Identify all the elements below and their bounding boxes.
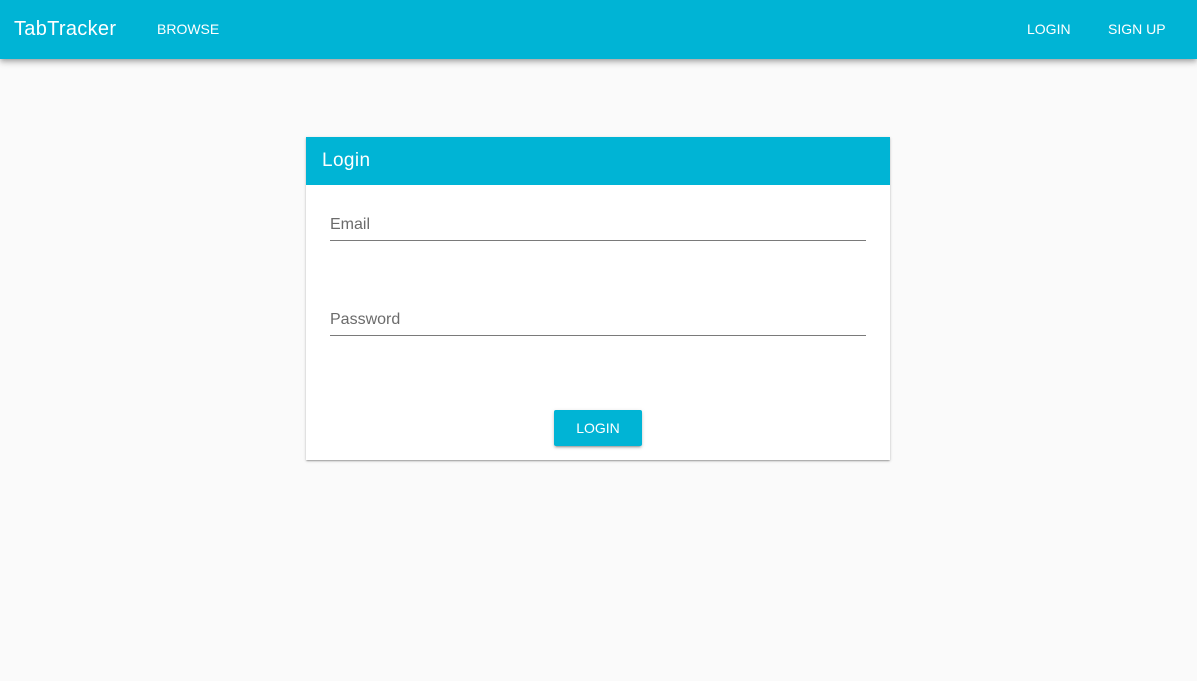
- password-input[interactable]: [330, 305, 866, 335]
- login-submit-button[interactable]: LOGIN: [554, 410, 642, 446]
- sign-up-button[interactable]: SIGN UP: [1092, 11, 1182, 47]
- panel-header: Login: [306, 137, 890, 185]
- top-toolbar: TabTracker BROWSE LOGIN SIGN UP: [0, 0, 1197, 59]
- app-title[interactable]: TabTracker: [14, 17, 116, 41]
- email-input[interactable]: [330, 210, 866, 240]
- panel-title: Login: [322, 150, 371, 171]
- password-field: [330, 305, 866, 336]
- email-field: [330, 210, 866, 241]
- login-panel: Login LOGIN: [306, 137, 890, 460]
- browse-button[interactable]: BROWSE: [141, 11, 235, 47]
- nav-login-button[interactable]: LOGIN: [1011, 11, 1087, 47]
